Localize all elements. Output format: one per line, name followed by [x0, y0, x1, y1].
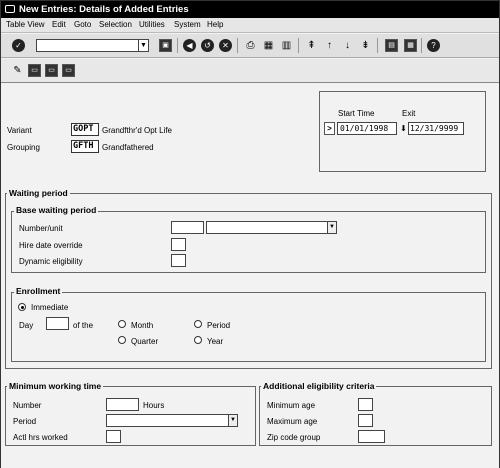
last-page-icon[interactable]: ⇟	[359, 39, 372, 52]
exit-label: Exit	[402, 109, 416, 118]
window-title: New Entries: Details of Added Entries	[19, 4, 189, 15]
actl-hrs-worked-label: Actl hrs worked	[13, 433, 68, 442]
save-icon[interactable]: ▣	[159, 39, 172, 52]
chevron-down-icon[interactable]: ▼	[327, 222, 336, 233]
toolbar-separator	[177, 38, 178, 53]
shortcut-icon[interactable]: ▦	[404, 39, 417, 52]
menu-table-view[interactable]: Table View	[6, 20, 45, 29]
application-toolbar: ✎ ▭ ▭ ▭	[1, 59, 499, 83]
chevron-down-icon[interactable]: ▼	[138, 40, 148, 51]
download-icon[interactable]: ⬇	[399, 123, 408, 134]
variant-code: GOPT	[71, 123, 99, 136]
back-icon[interactable]: ◀	[183, 39, 196, 52]
day-input[interactable]	[46, 317, 69, 330]
hire-date-override-label: Hire date override	[19, 241, 83, 250]
period-radio[interactable]	[194, 320, 202, 328]
exit-icon[interactable]: ↺	[201, 39, 214, 52]
main-content: Variant GOPT Grandfthr'd Opt Life Groupi…	[1, 84, 499, 468]
menu-help[interactable]: Help	[207, 20, 223, 29]
undo-icon[interactable]: ▭	[62, 64, 75, 77]
display-change-icon[interactable]: ✎	[11, 64, 24, 77]
menu-system[interactable]: System	[174, 20, 201, 29]
additional-eligibility-title: Additional eligibility criteria	[261, 381, 377, 391]
command-field[interactable]: ▼	[36, 39, 149, 52]
start-date-input[interactable]: 01/01/1998	[337, 122, 397, 135]
app-icon	[5, 5, 15, 13]
min-hours-input[interactable]	[106, 398, 139, 411]
sap-window: New Entries: Details of Added Entries Ta…	[0, 0, 500, 468]
period-select-label: Period	[13, 417, 37, 426]
enrollment-title: Enrollment	[14, 286, 63, 296]
dynamic-eligibility-label: Dynamic eligibility	[19, 257, 83, 266]
min-working-time-title: Minimum working time	[7, 381, 104, 391]
menu-utilities[interactable]: Utilities	[139, 20, 165, 29]
standard-toolbar: ✓ ▼ ▣ ◀ ↺ ✕ ⎙ ▦ ▥ ⇞ ↑ ↓ ⇟ ▤ ▦ ?	[1, 34, 499, 58]
dynamic-eligibility-input[interactable]	[171, 254, 186, 267]
actl-hrs-worked-input[interactable]	[106, 430, 121, 443]
toolbar-separator	[421, 38, 422, 53]
hours-label: Hours	[143, 401, 165, 410]
toolbar-separator	[298, 38, 299, 53]
period-select[interactable]: ▼	[106, 414, 238, 427]
previous-page-icon[interactable]: ↑	[323, 39, 336, 52]
title-bar: New Entries: Details of Added Entries	[1, 1, 499, 18]
chevron-right-icon[interactable]: >	[324, 122, 335, 135]
enter-icon[interactable]: ✓	[12, 39, 25, 52]
maximum-age-label: Maximum age	[267, 417, 318, 426]
variant-description: Grandfthr'd Opt Life	[102, 126, 173, 135]
help-icon[interactable]: ?	[427, 39, 440, 52]
base-waiting-period-title: Base waiting period	[14, 205, 99, 215]
hire-date-override-input[interactable]	[171, 238, 186, 251]
copy-icon[interactable]: ▭	[28, 64, 41, 77]
waiting-period-title: Waiting period	[7, 188, 70, 198]
print-icon[interactable]: ⎙	[244, 39, 257, 52]
next-page-icon[interactable]: ↓	[341, 39, 354, 52]
toolbar-separator	[237, 38, 238, 53]
maximum-age-input[interactable]	[358, 414, 373, 427]
unit-select[interactable]: ▼	[206, 221, 337, 234]
period-label: Period	[207, 321, 231, 330]
new-session-icon[interactable]: ▤	[385, 39, 398, 52]
variant-label: Variant	[7, 126, 32, 135]
grouping-description: Grandfathered	[102, 143, 154, 152]
chevron-down-icon[interactable]: ▼	[228, 415, 237, 426]
zip-code-group-label: Zip code group	[267, 433, 321, 442]
menu-goto[interactable]: Goto	[74, 20, 91, 29]
of-the-label: of the	[73, 321, 94, 330]
find-icon[interactable]: ▦	[262, 39, 275, 52]
menu-bar: Table View Edit Goto Selection Utilities…	[1, 18, 499, 33]
zip-code-group-input[interactable]	[358, 430, 385, 443]
day-label: Day	[19, 321, 34, 330]
cancel-icon[interactable]: ✕	[219, 39, 232, 52]
start-time-label: Start Time	[338, 109, 375, 118]
first-page-icon[interactable]: ⇞	[305, 39, 318, 52]
delete-icon[interactable]: ▭	[45, 64, 58, 77]
minimum-age-input[interactable]	[358, 398, 373, 411]
number-unit-label: Number/unit	[19, 224, 63, 233]
find-next-icon[interactable]: ▥	[280, 39, 293, 52]
menu-edit[interactable]: Edit	[52, 20, 66, 29]
number-label: Number	[13, 401, 42, 410]
quarter-label: Quarter	[131, 337, 159, 346]
number-input[interactable]	[171, 221, 204, 234]
end-date-input[interactable]: 12/31/9999	[408, 122, 464, 135]
toolbar-separator	[377, 38, 378, 53]
immediate-radio[interactable]	[18, 303, 26, 311]
immediate-label: Immediate	[31, 303, 69, 312]
menu-selection[interactable]: Selection	[99, 20, 132, 29]
year-radio[interactable]	[194, 336, 202, 344]
minimum-age-label: Minimum age	[267, 401, 316, 410]
year-label: Year	[207, 337, 224, 346]
grouping-label: Grouping	[7, 143, 40, 152]
month-label: Month	[131, 321, 154, 330]
quarter-radio[interactable]	[118, 336, 126, 344]
grouping-code: GFTH	[71, 140, 99, 153]
month-radio[interactable]	[118, 320, 126, 328]
